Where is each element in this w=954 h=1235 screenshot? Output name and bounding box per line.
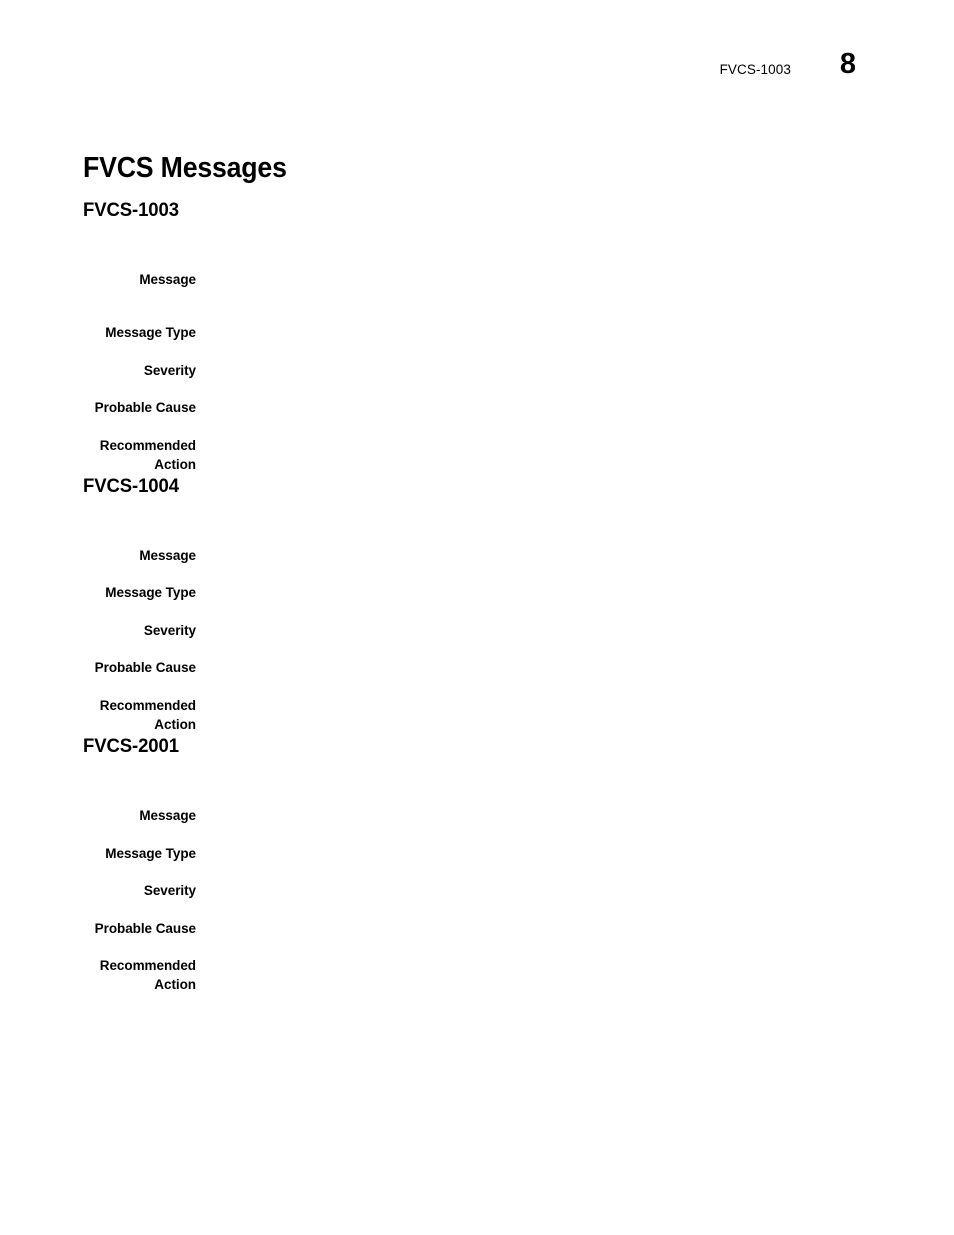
page-header: FVCS-1003 8 [0, 50, 954, 100]
entry-value-message [220, 270, 873, 271]
page-title: FVCS Messages [83, 152, 287, 185]
entry-value-message [220, 546, 873, 547]
section-heading-fvcs-2001: FVCS-2001 [83, 735, 179, 757]
entry-label-message: Message [139, 548, 196, 563]
entry-value-severity [220, 621, 873, 622]
entry-label-message-type: Message Type [105, 585, 196, 600]
entry-value-recommended-action [220, 696, 873, 697]
entry-label-recommended-action: Recommended Action [99, 698, 196, 732]
message-section-fvcs-2001: FVCS-2001 Message Message Type Severity Prob… [83, 734, 873, 992]
entry-label-message: Message [139, 808, 196, 823]
entry-value-message-type [220, 844, 873, 845]
entry-label-message: Message [139, 272, 196, 287]
entry-value-recommended-action [220, 436, 873, 437]
entry-label-severity: Severity [143, 883, 196, 898]
header-chapter-label: FVCS-1003 [719, 62, 791, 77]
entry-value-message-type [220, 323, 873, 324]
entry-label-recommended-action: Recommended Action [99, 438, 196, 472]
section-heading-fvcs-1003: FVCS-1003 [83, 199, 179, 221]
entry-label-recommended-action: Recommended Action [99, 958, 196, 992]
document-page: FVCS-1003 8 FVCS Messages FVCS-1003 Messa… [0, 0, 954, 1235]
entry-value-message-type [220, 583, 873, 584]
entry-label-severity: Severity [143, 623, 196, 638]
entry-value-recommended-action [220, 956, 873, 957]
entry-label-probable-cause: Probable Cause [94, 660, 196, 675]
entry-value-probable-cause [220, 919, 873, 920]
entry-label-message-type: Message Type [105, 325, 196, 340]
message-section-fvcs-1003: FVCS-1003 Message Message Type Severity Prob… [83, 198, 873, 472]
entry-label-severity: Severity [143, 363, 196, 378]
entry-value-probable-cause [220, 398, 873, 399]
entry-value-message [220, 806, 873, 807]
page-number: 8 [839, 48, 857, 80]
message-section-fvcs-1004: FVCS-1004 Message Message Type Severity Prob… [83, 474, 873, 732]
entry-label-message-type: Message Type [105, 846, 196, 861]
entry-label-probable-cause: Probable Cause [94, 921, 196, 936]
entry-value-probable-cause [220, 658, 873, 659]
entry-value-severity [220, 361, 873, 362]
section-heading-fvcs-1004: FVCS-1004 [83, 475, 179, 497]
entry-label-probable-cause: Probable Cause [94, 400, 196, 415]
entry-value-severity [220, 881, 873, 882]
